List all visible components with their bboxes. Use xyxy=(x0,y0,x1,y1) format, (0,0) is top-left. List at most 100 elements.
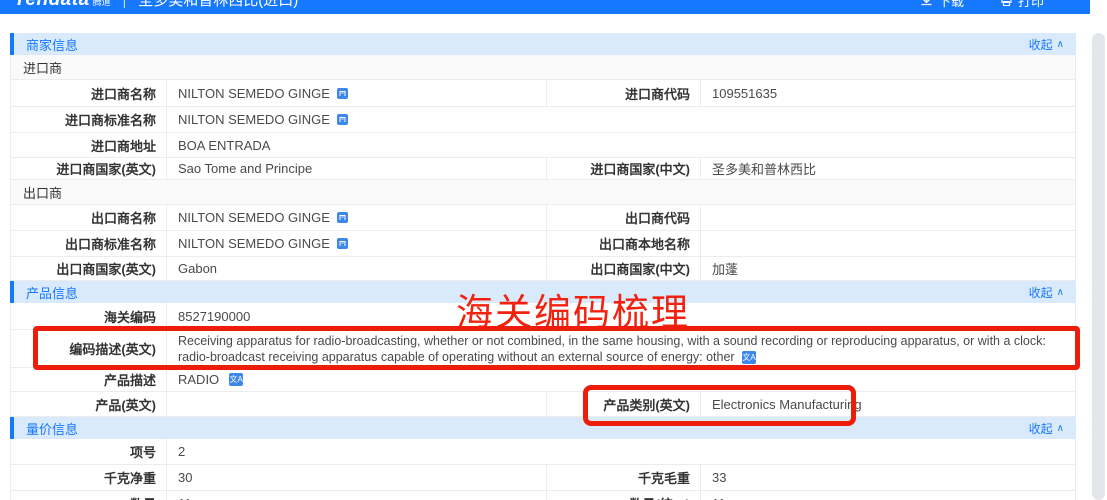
field-value xyxy=(167,392,547,416)
field-value: 11 xyxy=(701,491,1075,500)
print-button[interactable]: 打印 xyxy=(1000,0,1044,10)
field-label: 数量(统一) xyxy=(547,491,701,500)
field-label: 出口商国家(英文) xyxy=(11,257,167,280)
field-value: 圣多美和普林西比 xyxy=(701,158,1075,179)
trade-record-page: Tendata 腾道 | 圣多美和普林西比(进口) 下载 打印 xyxy=(0,0,1107,500)
scrollbar-thumb[interactable] xyxy=(1092,33,1105,500)
chevron-up-icon: ∧ xyxy=(1057,39,1064,50)
field-label: 产品描述 xyxy=(11,368,167,391)
field-label: 出口商本地名称 xyxy=(547,231,701,256)
table-row: 进口商名称 NILTON SEMEDO GINGE 进口商代码 10955163… xyxy=(10,80,1076,107)
scrollbar[interactable] xyxy=(1090,0,1107,500)
section-title: 产品信息 xyxy=(26,283,78,302)
field-value: 33 xyxy=(701,465,1075,490)
download-label: 下载 xyxy=(938,0,964,10)
collapse-toggle[interactable]: 收起 ∧ xyxy=(1029,284,1064,301)
field-label: 产品类别(英文) xyxy=(547,392,701,416)
table-row: 出口商名称 NILTON SEMEDO GINGE 出口商代码 xyxy=(10,205,1076,231)
table-row: 产品描述 RADIO 文A xyxy=(10,368,1076,392)
table-row: 进口商国家(英文) Sao Tome and Principe 进口商国家(中文… xyxy=(10,158,1076,180)
print-label: 打印 xyxy=(1018,0,1044,10)
group-row-exporter: 出口商 xyxy=(10,180,1076,205)
field-value: Electronics Manufacturing xyxy=(701,392,1075,416)
page-title: 圣多美和普林西比(进口) xyxy=(138,0,298,10)
field-value: RADIO 文A xyxy=(167,368,1075,391)
field-value: NILTON SEMEDO GINGE xyxy=(167,80,547,106)
field-label: 进口商地址 xyxy=(11,133,167,157)
field-label: 出口商标准名称 xyxy=(11,231,167,256)
download-icon xyxy=(920,0,933,7)
field-label: 海关编码 xyxy=(11,303,167,329)
chevron-up-icon: ∧ xyxy=(1057,423,1064,434)
field-label: 数量 xyxy=(11,491,167,500)
table-row: 进口商地址 BOA ENTRADA xyxy=(10,133,1076,158)
app-header: Tendata 腾道 | 圣多美和普林西比(进口) 下载 打印 xyxy=(0,0,1090,14)
translate-icon[interactable]: 文A xyxy=(742,351,756,364)
field-value: BOA ENTRADA xyxy=(167,133,1075,157)
field-label: 进口商代码 xyxy=(547,80,701,106)
table-row: 数量 11 数量(统一) 11 xyxy=(10,491,1076,500)
table-row: 进口商标准名称 NILTON SEMEDO GINGE xyxy=(10,107,1076,133)
field-value: 加蓬 xyxy=(701,257,1075,280)
field-value xyxy=(701,205,1075,230)
table-row: 海关编码 8527190000 xyxy=(10,303,1076,330)
field-value: Sao Tome and Principe xyxy=(167,158,547,179)
field-label: 进口商名称 xyxy=(11,80,167,106)
table-row: 出口商标准名称 NILTON SEMEDO GINGE 出口商本地名称 xyxy=(10,231,1076,257)
collapse-toggle[interactable]: 收起 ∧ xyxy=(1029,36,1064,53)
company-profile-icon[interactable] xyxy=(336,211,349,224)
collapse-toggle[interactable]: 收起 ∧ xyxy=(1029,420,1064,437)
field-value: NILTON SEMEDO GINGE xyxy=(167,231,547,256)
company-profile-icon[interactable] xyxy=(336,113,349,126)
tendata-logo-cn: 腾道 xyxy=(93,0,111,8)
importer-name-value: NILTON SEMEDO GINGE xyxy=(178,86,330,101)
company-profile-icon[interactable] xyxy=(336,237,349,250)
field-value: 2 xyxy=(167,439,1075,464)
field-value: 30 xyxy=(167,465,547,490)
field-label: 进口商标准名称 xyxy=(11,107,167,132)
field-label: 进口商国家(中文) xyxy=(547,158,701,179)
field-value: NILTON SEMEDO GINGE xyxy=(167,205,547,230)
collapse-label: 收起 xyxy=(1029,420,1053,437)
field-label: 千克毛重 xyxy=(547,465,701,490)
section-header-quantity: 量价信息 收起 ∧ xyxy=(10,417,1076,439)
translate-icon[interactable]: 文A xyxy=(229,373,243,386)
tendata-logo[interactable]: Tendata xyxy=(14,0,90,11)
header-actions: 下载 打印 xyxy=(920,0,1044,10)
title-separator: | xyxy=(123,0,127,8)
section-header-product: 产品信息 收起 ∧ xyxy=(10,281,1076,303)
company-profile-icon[interactable] xyxy=(336,87,349,100)
group-row-importer: 进口商 xyxy=(10,55,1076,80)
field-value: NILTON SEMEDO GINGE xyxy=(167,107,1075,132)
brand: Tendata 腾道 | 圣多美和普林西比(进口) xyxy=(14,0,298,11)
printer-icon xyxy=(1000,0,1013,7)
download-button[interactable]: 下载 xyxy=(920,0,964,10)
field-label: 产品(英文) xyxy=(11,392,167,416)
field-label: 出口商代码 xyxy=(547,205,701,230)
group-label: 出口商 xyxy=(23,183,62,202)
field-value: 8527190000 xyxy=(167,303,1075,329)
field-label: 千克净重 xyxy=(11,465,167,490)
section-header-merchant: 商家信息 收起 ∧ xyxy=(10,33,1076,55)
field-label: 出口商名称 xyxy=(11,205,167,230)
chevron-up-icon: ∧ xyxy=(1057,287,1064,298)
field-value xyxy=(701,231,1075,256)
table-row: 千克净重 30 千克毛重 33 xyxy=(10,465,1076,491)
field-value: Gabon xyxy=(167,257,547,280)
group-label: 进口商 xyxy=(23,58,62,77)
collapse-label: 收起 xyxy=(1029,284,1053,301)
table-row: 出口商国家(英文) Gabon 出口商国家(中文) 加蓬 xyxy=(10,257,1076,281)
field-value: Receiving apparatus for radio-broadcasti… xyxy=(167,330,1075,367)
field-label: 项号 xyxy=(11,439,167,464)
collapse-label: 收起 xyxy=(1029,36,1053,53)
field-label: 进口商国家(英文) xyxy=(11,158,167,179)
section-title: 商家信息 xyxy=(26,35,78,54)
section-title: 量价信息 xyxy=(26,419,78,438)
field-label: 编码描述(英文) xyxy=(11,330,167,367)
table-row: 产品(英文) 产品类别(英文) Electronics Manufacturin… xyxy=(10,392,1076,417)
table-row-code-description: 编码描述(英文) Receiving apparatus for radio-b… xyxy=(10,330,1076,368)
field-value: 11 xyxy=(167,491,547,500)
field-value: 109551635 xyxy=(701,80,1075,106)
field-label: 出口商国家(中文) xyxy=(547,257,701,280)
detail-table: 商家信息 收起 ∧ 进口商 进口商名称 NILTON SEMEDO GINGE … xyxy=(10,33,1076,500)
